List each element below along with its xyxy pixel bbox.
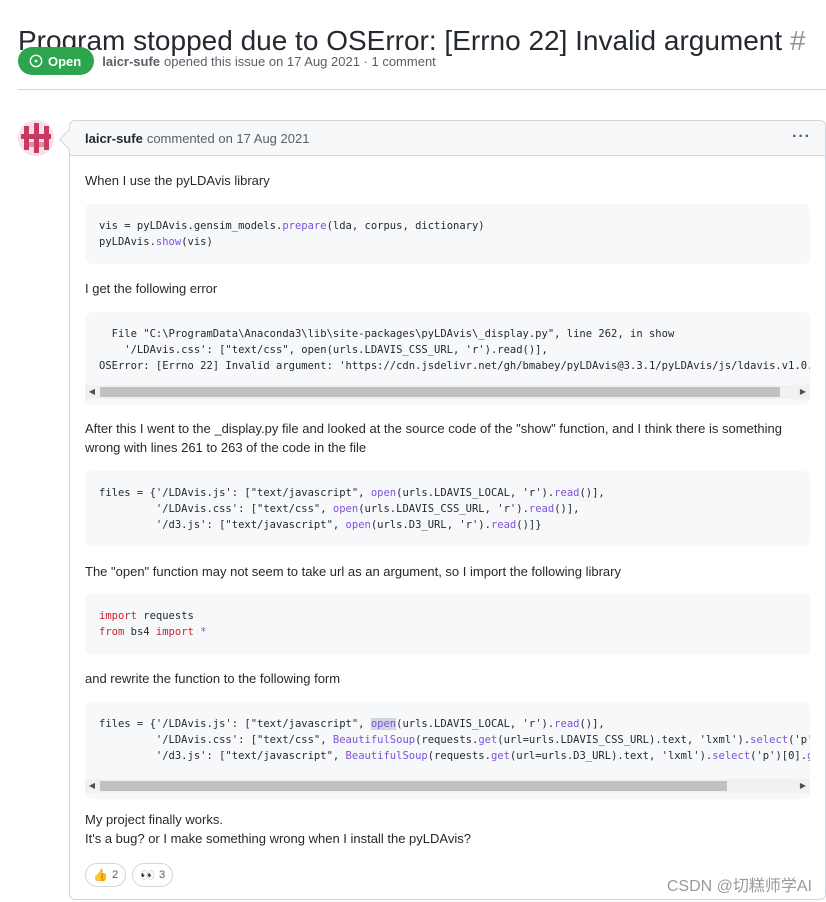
code-block-1: vis = pyLDAvis.gensim_models.prepare(lda… <box>85 204 810 264</box>
code-2-scrollbar[interactable]: ◀ ▶ <box>85 385 810 399</box>
reaction-eyes[interactable]: 👀 3 <box>132 863 174 887</box>
code-3-text: files = {'/LDAvis.js': ["text/javascript… <box>99 487 605 531</box>
reactions: 👍 2 👀 3 <box>85 863 174 887</box>
kebab-menu-icon[interactable]: ··· <box>792 128 811 146</box>
watermark: CSDN @切糕师学AI <box>666 878 812 895</box>
code-4-text: import requests from bs4 import * <box>99 610 207 638</box>
comment-author-link[interactable]: laicr-sufe <box>85 131 143 146</box>
issue-meta: Open laicr-sufe opened this issue on 17 … <box>18 47 436 75</box>
issue-page: Program stopped due to OSError: [Errno 2… <box>0 0 826 902</box>
comment-header: laicr-sufe commented on 17 Aug 2021 ··· <box>70 121 825 156</box>
scroll-right-icon[interactable]: ▶ <box>796 385 810 399</box>
issue-number[interactable]: # <box>790 25 806 56</box>
reaction-count: 3 <box>159 869 166 881</box>
scroll-right-icon[interactable]: ▶ <box>796 779 810 793</box>
comment-meta-text[interactable]: commented on 17 Aug 2021 <box>147 131 310 146</box>
paragraph-6: My project finally works. <box>85 812 223 827</box>
code-5-text: files = {'/LDAvis.js': ["text/javascript… <box>99 718 810 762</box>
paragraph-4: The "open" function may not seem to take… <box>85 564 621 579</box>
code-block-2: File "C:\ProgramData\Anaconda3\lib\site-… <box>85 312 810 405</box>
paragraph-5: and rewrite the function to the followin… <box>85 671 341 686</box>
state-badge: Open <box>18 47 95 75</box>
avatar[interactable] <box>18 120 54 156</box>
paragraph-3: After this I went to the _display.py fil… <box>85 421 782 455</box>
reaction-count: 2 <box>111 869 119 881</box>
scroll-left-icon[interactable]: ◀ <box>85 385 99 399</box>
scroll-thumb[interactable] <box>100 781 727 791</box>
issue-open-icon <box>29 54 43 68</box>
paragraph-1: When I use the pyLDAvis library <box>85 173 270 188</box>
comment: laicr-sufe commented on 17 Aug 2021 ··· … <box>69 120 826 900</box>
code-2-text: File "C:\ProgramData\Anaconda3\lib\site-… <box>99 328 810 372</box>
paragraph-7: It's a bug? or I make something wrong wh… <box>85 831 471 846</box>
code-5-scrollbar[interactable]: ◀ ▶ <box>85 779 810 793</box>
scroll-left-icon[interactable]: ◀ <box>85 779 99 793</box>
paragraph-2: I get the following error <box>85 281 218 296</box>
state-label: Open <box>48 53 82 69</box>
code-block-5: files = {'/LDAvis.js': ["text/javascript… <box>85 702 810 799</box>
code-block-4: import requests from bs4 import * <box>85 594 810 654</box>
eyes-icon: 👀 <box>140 868 156 882</box>
code-1-text: vis = pyLDAvis.gensim_models.prepare(lda… <box>99 220 485 248</box>
header-divider <box>18 89 826 90</box>
issue-author-link[interactable]: laicr-sufe <box>102 54 160 69</box>
issue-meta-text: opened this issue on 17 Aug 2021 · 1 com… <box>164 53 436 69</box>
reaction-thumbs-up[interactable]: 👍 2 <box>85 863 127 887</box>
code-block-3: files = {'/LDAvis.js': ["text/javascript… <box>85 471 810 546</box>
scroll-thumb[interactable] <box>100 387 780 397</box>
thumbs-up-icon: 👍 <box>93 868 108 882</box>
